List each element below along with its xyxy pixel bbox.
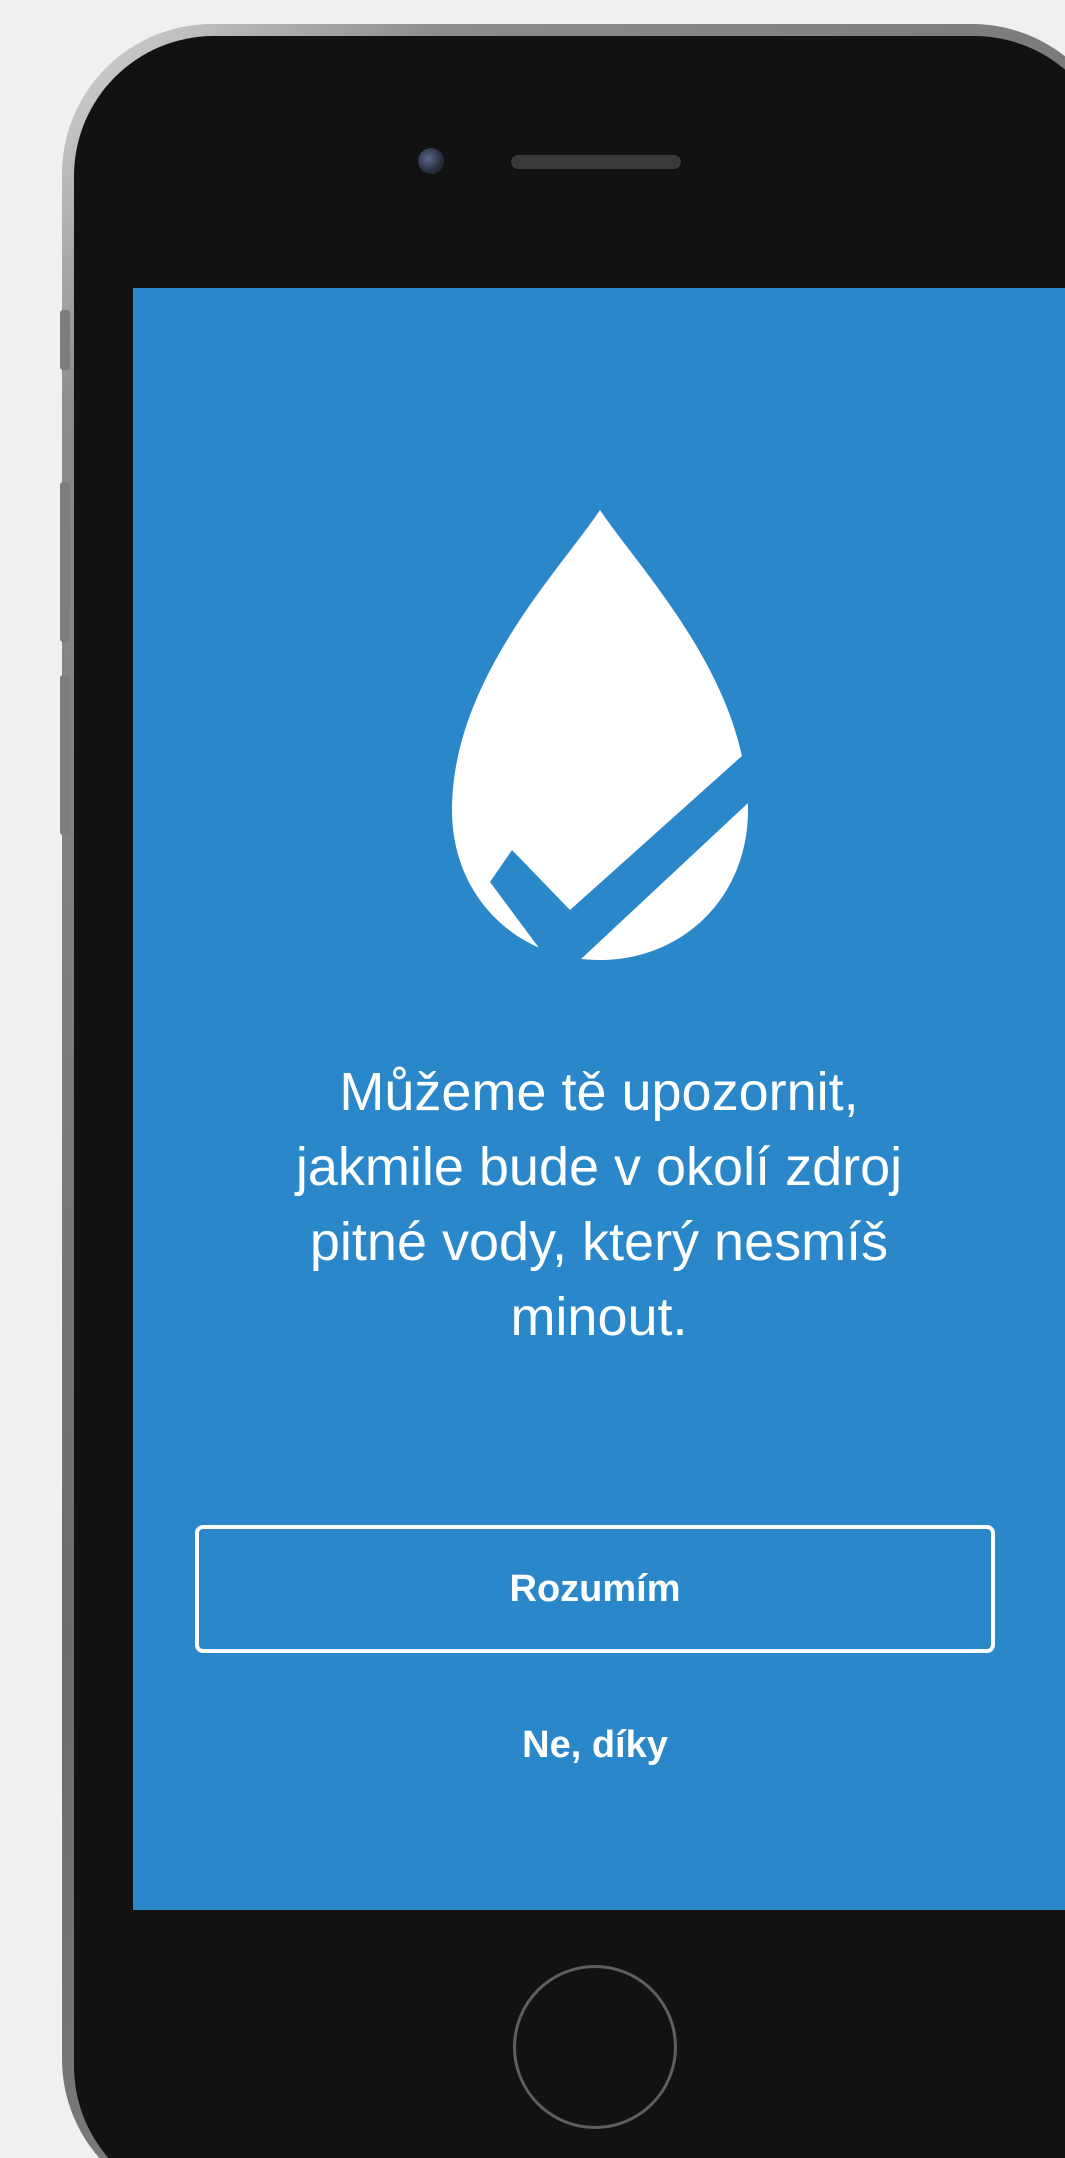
no-thanks-link[interactable]: Ne, díky: [195, 1710, 995, 1780]
page: Můžeme tě upozornit, jakmile bude v okol…: [0, 0, 1065, 2158]
water-drop-check-icon: [452, 510, 770, 960]
understand-button[interactable]: Rozumím: [195, 1525, 995, 1653]
volume-up-button: [60, 482, 70, 642]
mute-switch: [60, 310, 70, 370]
front-camera: [418, 148, 444, 174]
earpiece-speaker: [511, 155, 681, 169]
volume-down-button: [60, 675, 70, 835]
notification-message: Můžeme tě upozornit, jakmile bude v okol…: [295, 1062, 903, 1347]
home-button[interactable]: [513, 1965, 677, 2129]
